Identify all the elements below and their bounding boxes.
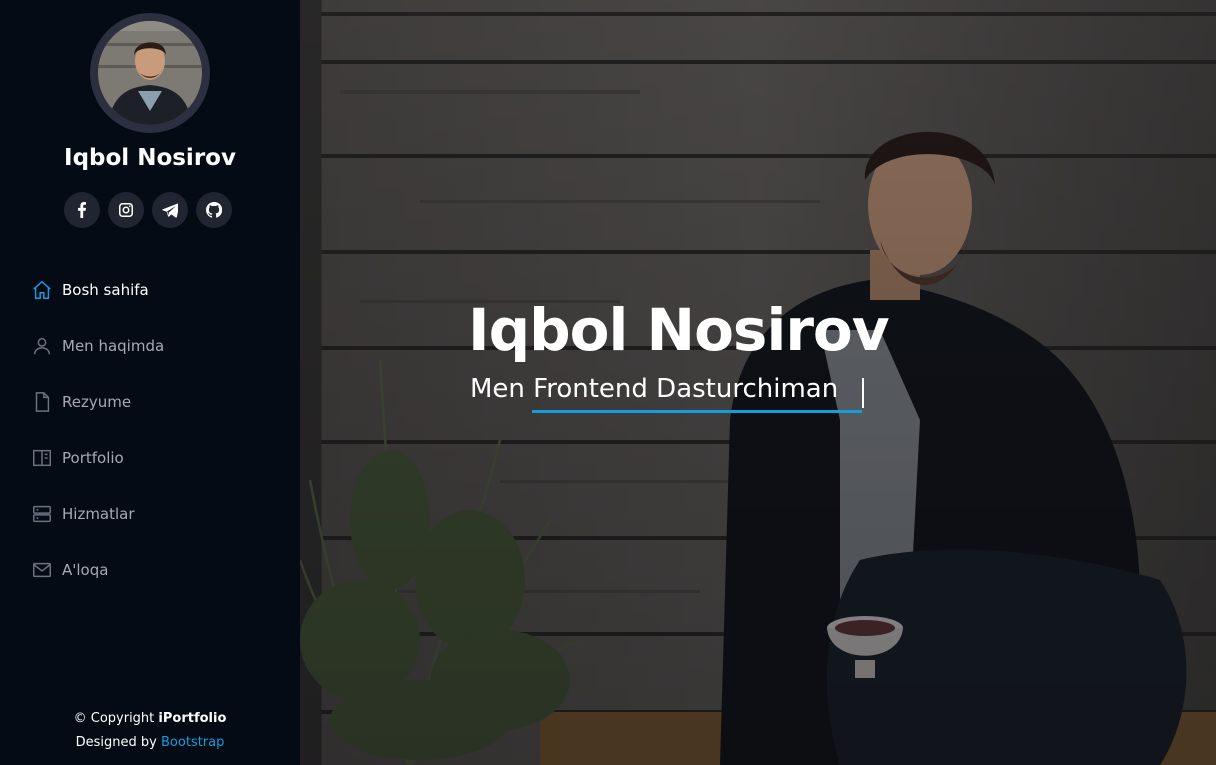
social-links [64, 192, 232, 228]
nav-item-label: Bosh sahifa [62, 281, 149, 299]
person-icon [30, 334, 54, 358]
file-icon [30, 390, 54, 414]
instagram-icon [119, 203, 133, 217]
nav-item-label: Hizmatlar [62, 505, 135, 523]
facebook-link[interactable] [64, 192, 100, 228]
nav-item-portfolio[interactable]: Portfolio [30, 430, 270, 486]
nav-item-services[interactable]: Hizmatlar [30, 486, 270, 542]
hero-section: Iqbol Nosirov Men Frontend Dasturchiman [300, 0, 1216, 765]
server-icon [30, 502, 54, 526]
copyright: © Copyright iPortfolio [0, 707, 300, 731]
nav-item-about[interactable]: Men haqimda [30, 318, 270, 374]
telegram-icon [162, 203, 178, 218]
hero-underline [532, 410, 862, 413]
bootstrap-link[interactable]: Bootstrap [161, 735, 224, 750]
footer: © Copyright iPortfolio Designed by Boots… [0, 707, 300, 755]
typing-cursor [862, 378, 864, 408]
nav-item-contact[interactable]: A'loqa [30, 542, 270, 598]
hero-subtitle: Men Frontend Dasturchiman [470, 374, 839, 404]
nav-item-label: Men haqimda [62, 337, 165, 355]
home-icon [30, 278, 54, 302]
github-icon [206, 202, 222, 218]
facebook-icon [78, 202, 86, 218]
nav-item-label: Rezyume [62, 393, 132, 411]
brand-name: iPortfolio [158, 711, 227, 726]
nav-item-resume[interactable]: Rezyume [30, 374, 270, 430]
layout-icon [30, 446, 54, 470]
hero-title: Iqbol Nosirov [468, 296, 890, 364]
credits-prefix: Designed by [75, 735, 161, 750]
profile-photo [98, 21, 202, 125]
nav-item-label: A'loqa [62, 561, 109, 579]
credits: Designed by Bootstrap [0, 731, 300, 755]
main-nav: Bosh sahifa Men haqimda Rezyume Portfoli… [30, 262, 270, 598]
github-link[interactable] [196, 192, 232, 228]
envelope-icon [30, 558, 54, 582]
avatar [90, 13, 210, 133]
telegram-link[interactable] [152, 192, 188, 228]
nav-item-label: Portfolio [62, 449, 124, 467]
profile-name: Iqbol Nosirov [64, 145, 236, 171]
copyright-prefix: © Copyright [73, 711, 159, 726]
instagram-link[interactable] [108, 192, 144, 228]
nav-item-home[interactable]: Bosh sahifa [30, 262, 270, 318]
sidebar: Iqbol Nosirov Bosh sahifa Men haqimda Re… [0, 0, 300, 765]
